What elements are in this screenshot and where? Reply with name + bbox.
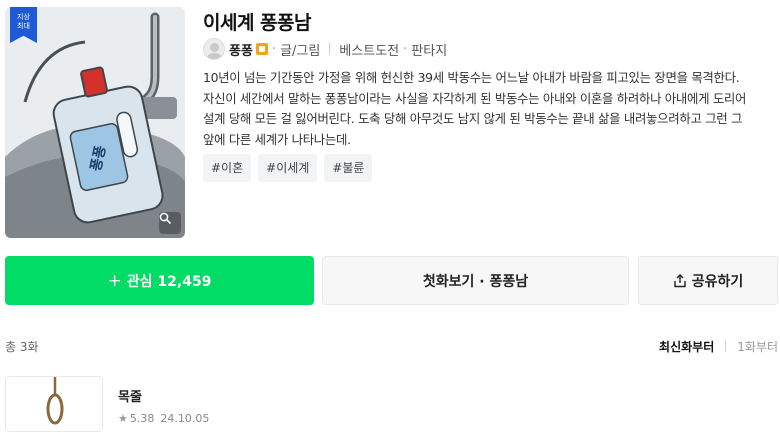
meta-dot: · [403, 41, 408, 57]
favorite-label: 관심 12,459 [126, 273, 212, 290]
description-line: 설계 당해 모든 걸 잃어버린다. 도축 당해 아무것도 남지 않게 된 박동수… [203, 111, 743, 126]
thumbnail-illustration: 퐁퐁 [5, 7, 185, 238]
tag-divorce[interactable]: #이혼 [203, 154, 252, 182]
episode-count: 총 3화 [5, 340, 39, 354]
sort-divider [725, 341, 727, 352]
first-episode-button[interactable]: 첫화보기 · 퐁퐁남 [322, 256, 629, 305]
list-item[interactable]: 목줄 ★ 5.38 24.10.05 [5, 376, 209, 432]
webtoon-meta: 퐁퐁 · 글/그림 베스트도전 · 판타지 [203, 38, 447, 60]
sort-latest-button[interactable]: 최신화부터 [659, 338, 714, 355]
noose-icon [46, 377, 64, 425]
star-icon: ★ [118, 412, 128, 425]
webtoon-genre[interactable]: 판타지 [411, 40, 447, 59]
author-avatar[interactable] [203, 38, 225, 60]
author-name[interactable]: 퐁퐁 [229, 40, 253, 59]
meta-divider [329, 43, 331, 55]
sort-first-button[interactable]: 1화부터 [737, 338, 778, 355]
favorite-button[interactable]: + 관심 12,459 [5, 256, 314, 305]
description-line: 자신이 세간에서 말하는 퐁퐁남이라는 사실을 자각하게 된 박동수는 아내와 … [203, 90, 747, 106]
plus-icon: + [107, 270, 122, 291]
tag-list: #이혼 #이세계 #불륜 [203, 154, 373, 182]
tag-isekai[interactable]: #이세계 [258, 154, 318, 182]
episode-meta: ★ 5.38 24.10.05 [118, 412, 209, 425]
badge-line-2: 최대 [17, 22, 30, 30]
first-episode-label: 첫화보기 · 퐁퐁남 [422, 273, 529, 290]
share-icon [673, 273, 687, 288]
webtoon-category[interactable]: 베스트도전 [339, 40, 399, 59]
webtoon-thumbnail[interactable]: 퐁퐁 지상 최대 [5, 7, 185, 238]
author-badge-icon [255, 43, 268, 55]
tag-affair[interactable]: #불륜 [324, 154, 373, 182]
sort-options: 최신화부터 1화부터 [659, 338, 778, 355]
episode-thumbnail[interactable] [5, 376, 103, 432]
description-line: 10년이 넘는 기간동안 가정을 위해 헌신한 39세 박동수는 어느날 아내가… [203, 70, 740, 85]
episode-title: 목줄 [118, 390, 142, 405]
description-line: 앞에 다른 세계가 나타나는데. [203, 131, 351, 147]
page-title: 이세계 퐁퐁남 [203, 12, 312, 34]
share-label: 공유하기 [691, 273, 744, 290]
episode-info: 목줄 ★ 5.38 24.10.05 [118, 376, 209, 432]
episode-rating: 5.38 [129, 412, 155, 425]
meta-dot: · [271, 41, 277, 57]
magnifier-icon [159, 212, 171, 224]
author-role: 글/그림 [280, 43, 321, 59]
badge-line-1: 지상 [17, 13, 30, 21]
share-button[interactable]: 공유하기 [638, 256, 778, 305]
zoom-button[interactable] [159, 212, 181, 234]
episode-date: 24.10.05 [160, 412, 210, 425]
webtoon-description: 10년이 넘는 기간동안 가정을 위해 헌신한 39세 박동수는 어느날 아내가… [203, 68, 778, 150]
